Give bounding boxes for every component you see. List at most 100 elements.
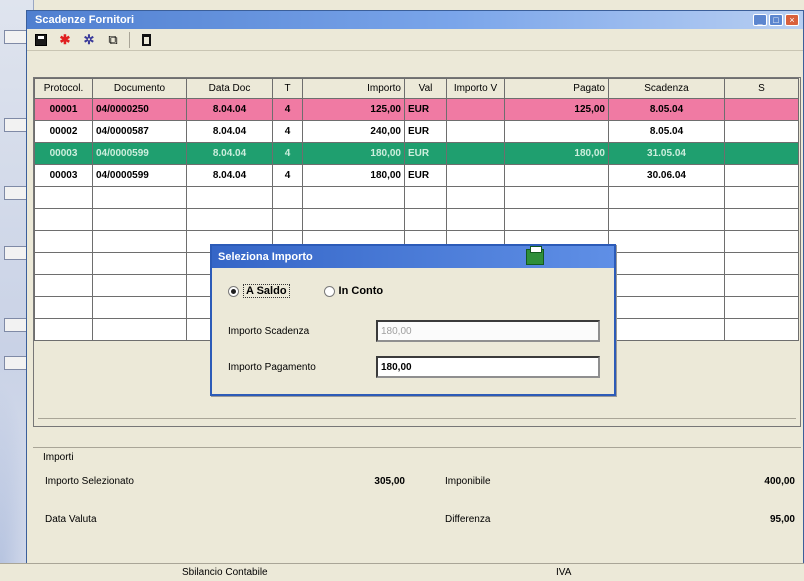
save-icon[interactable] (33, 32, 49, 48)
empty-cell[interactable] (34, 252, 93, 275)
cell-s[interactable] (724, 164, 799, 187)
empty-cell[interactable] (504, 186, 609, 209)
empty-cell[interactable] (608, 252, 725, 275)
cell-scadenza[interactable]: 30.06.04 (608, 164, 725, 187)
printer-icon[interactable] (526, 246, 544, 265)
cell-pagato[interactable] (504, 164, 609, 187)
cell-val[interactable]: EUR (404, 120, 447, 143)
cell-t[interactable]: 4 (272, 142, 303, 165)
empty-cell[interactable] (34, 186, 93, 209)
cell-data-doc[interactable]: 8.04.04 (186, 120, 273, 143)
empty-cell[interactable] (724, 252, 799, 275)
cell-documento[interactable]: 04/0000599 (92, 164, 187, 187)
empty-cell[interactable] (34, 230, 93, 253)
cell-importo-v[interactable] (446, 142, 505, 165)
radio-a-saldo[interactable]: A Saldo (228, 284, 290, 298)
empty-cell[interactable] (724, 186, 799, 209)
cell-protocol[interactable]: 00002 (34, 120, 93, 143)
cell-importo-v[interactable] (446, 120, 505, 143)
cell-scadenza[interactable]: 8.05.04 (608, 120, 725, 143)
cell-documento[interactable]: 04/0000599 (92, 142, 187, 165)
cell-data-doc[interactable]: 8.04.04 (186, 98, 273, 121)
empty-cell[interactable] (724, 208, 799, 231)
empty-cell[interactable] (34, 296, 93, 319)
empty-cell[interactable] (446, 186, 505, 209)
empty-cell[interactable] (272, 208, 303, 231)
cell-scadenza[interactable]: 31.05.04 (608, 142, 725, 165)
col-header-val[interactable]: Val (404, 78, 447, 99)
table-row[interactable]: 00001 04/0000250 8.04.04 4 125,00 EUR 125,00 8.… (34, 98, 799, 121)
col-header-t[interactable]: T (272, 78, 303, 99)
empty-cell[interactable] (92, 274, 187, 297)
cell-t[interactable]: 4 (272, 120, 303, 143)
maximize-icon[interactable]: □ (769, 14, 783, 26)
title-bar[interactable]: Scadenze Fornitori _ □ × (27, 11, 803, 29)
cell-s[interactable] (724, 142, 799, 165)
close-icon[interactable]: × (785, 14, 799, 26)
cell-protocol[interactable]: 00001 (34, 98, 93, 121)
col-header-documento[interactable]: Documento (92, 78, 187, 99)
cell-pagato[interactable]: 125,00 (504, 98, 609, 121)
col-header-importo[interactable]: Importo (302, 78, 405, 99)
empty-cell[interactable] (608, 230, 725, 253)
empty-row[interactable] (34, 208, 799, 231)
table-row[interactable]: 00003 04/0000599 8.04.04 4 180,00 EUR 30.06.04 (34, 164, 799, 187)
empty-cell[interactable] (724, 230, 799, 253)
empty-cell[interactable] (302, 186, 405, 209)
cell-t[interactable]: 4 (272, 164, 303, 187)
cell-documento[interactable]: 04/0000587 (92, 120, 187, 143)
radio-dot-selected[interactable] (228, 285, 239, 297)
col-header-scadenza[interactable]: Scadenza (608, 78, 725, 99)
empty-cell[interactable] (92, 186, 187, 209)
delete-icon[interactable] (138, 32, 154, 48)
empty-cell[interactable] (92, 208, 187, 231)
dialog-title-bar[interactable]: Seleziona Importo (212, 246, 614, 268)
cell-pagato[interactable]: 180,00 (504, 142, 609, 165)
cell-protocol[interactable]: 00003 (34, 142, 93, 165)
empty-cell[interactable] (608, 186, 725, 209)
cell-scadenza[interactable]: 8.05.04 (608, 98, 725, 121)
cell-val[interactable]: EUR (404, 164, 447, 187)
empty-cell[interactable] (186, 208, 273, 231)
empty-cell[interactable] (724, 318, 799, 341)
cell-val[interactable]: EUR (404, 98, 447, 121)
empty-cell[interactable] (272, 186, 303, 209)
cell-s[interactable] (724, 98, 799, 121)
empty-cell[interactable] (724, 274, 799, 297)
empty-cell[interactable] (186, 186, 273, 209)
radio-in-conto[interactable]: In Conto (323, 285, 383, 297)
cell-importo-v[interactable] (446, 164, 505, 187)
table-row[interactable]: 00003 04/0000599 8.04.04 4 180,00 EUR 180,00 31… (34, 142, 799, 165)
empty-cell[interactable] (608, 318, 725, 341)
empty-row[interactable] (34, 186, 799, 209)
empty-cell[interactable] (92, 252, 187, 275)
empty-cell[interactable] (404, 186, 447, 209)
cell-importo[interactable]: 180,00 (302, 142, 405, 165)
cell-data-doc[interactable]: 8.04.04 (186, 142, 273, 165)
cell-data-doc[interactable]: 8.04.04 (186, 164, 273, 187)
empty-cell[interactable] (34, 208, 93, 231)
cell-importo[interactable]: 125,00 (302, 98, 405, 121)
cell-val[interactable]: EUR (404, 142, 447, 165)
empty-cell[interactable] (608, 208, 725, 231)
copy-icon[interactable]: ⧉ (105, 32, 121, 48)
importo-scadenza-field[interactable] (376, 320, 600, 342)
cell-importo[interactable]: 240,00 (302, 120, 405, 143)
cell-importo[interactable]: 180,00 (302, 164, 405, 187)
cell-t[interactable]: 4 (272, 98, 303, 121)
cell-documento[interactable]: 04/0000250 (92, 98, 187, 121)
importo-pagamento-field[interactable] (376, 356, 600, 378)
empty-cell[interactable] (34, 274, 93, 297)
cell-protocol[interactable]: 00003 (34, 164, 93, 187)
empty-cell[interactable] (724, 296, 799, 319)
cell-s[interactable] (724, 120, 799, 143)
cell-importo-v[interactable] (446, 98, 505, 121)
empty-cell[interactable] (608, 274, 725, 297)
col-header-pagato[interactable]: Pagato (504, 78, 609, 99)
col-header-importo-v[interactable]: Importo V (446, 78, 505, 99)
col-header-s[interactable]: S (724, 78, 799, 99)
empty-cell[interactable] (92, 296, 187, 319)
cell-pagato[interactable] (504, 120, 609, 143)
new-icon[interactable]: ✱ (57, 32, 73, 48)
empty-cell[interactable] (302, 208, 405, 231)
